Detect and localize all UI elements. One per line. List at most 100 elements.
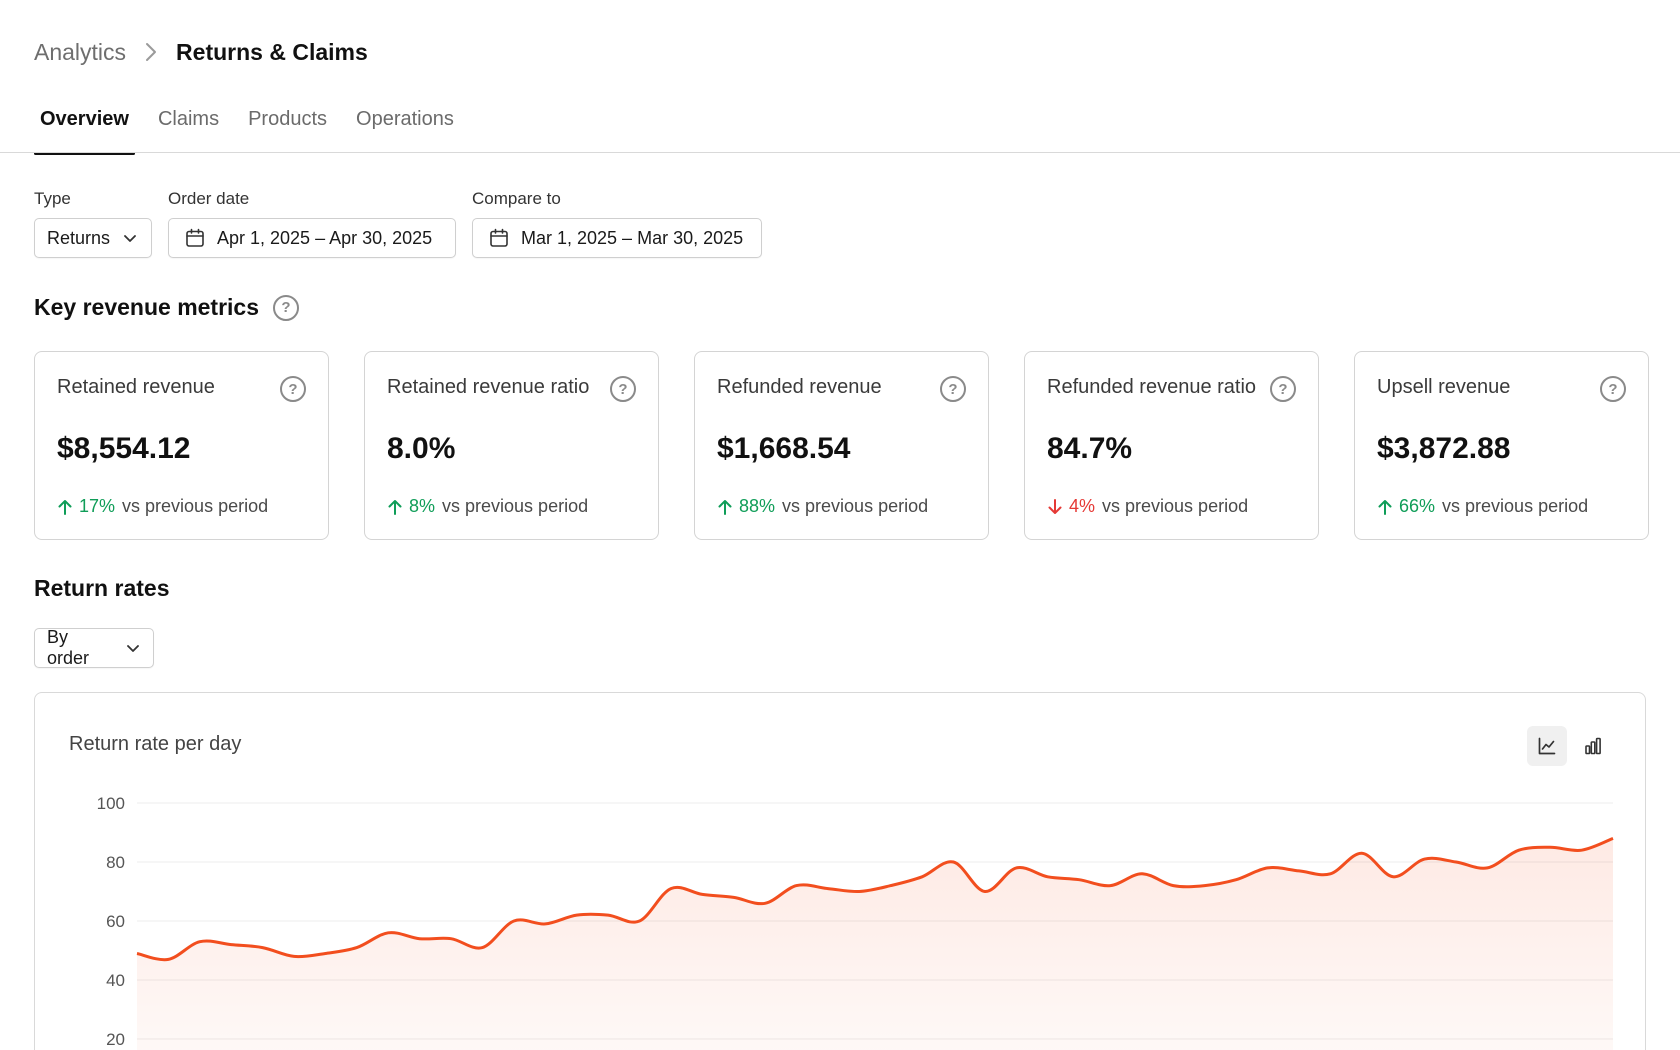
key-metrics-title: Key revenue metrics: [34, 294, 260, 320]
order-date-filter: Order date Apr 1, 2025 – Apr 30, 2025: [168, 188, 456, 258]
metric-card-delta: 66% vs previous period: [1377, 496, 1588, 517]
arrow-down-icon: [1047, 498, 1063, 516]
compare-to-label: Compare to: [472, 189, 561, 208]
help-icon[interactable]: ?: [610, 376, 636, 402]
data-point[interactable]: [225, 939, 237, 951]
tab-products[interactable]: Products: [242, 104, 333, 154]
data-point[interactable]: [1262, 862, 1274, 874]
y-tick-label: 100: [97, 794, 125, 813]
tab-claims[interactable]: Claims: [152, 104, 225, 154]
type-select[interactable]: Returns: [34, 218, 152, 258]
data-point[interactable]: [162, 953, 174, 965]
data-point[interactable]: [1481, 862, 1493, 874]
metric-card-value: $8,554.12: [57, 432, 191, 465]
arrow-up-icon: [387, 498, 403, 516]
metric-card-title: Upsell revenue: [1377, 376, 1511, 398]
metric-card-upsell-revenue: Upsell revenue ? $3,872.88 66% vs previo…: [1354, 351, 1649, 540]
chevron-right-icon: [144, 41, 158, 63]
data-point[interactable]: [853, 886, 865, 898]
data-point[interactable]: [696, 888, 708, 900]
type-filter-label: Type: [34, 189, 71, 208]
data-point[interactable]: [351, 942, 363, 954]
data-point[interactable]: [759, 897, 771, 909]
y-tick-label: 60: [106, 912, 125, 931]
data-point[interactable]: [1356, 847, 1368, 859]
data-point[interactable]: [1387, 871, 1399, 883]
metric-card-delta-suffix: vs previous period: [1442, 496, 1589, 516]
data-point[interactable]: [1136, 868, 1148, 880]
metric-cards: Retained revenue ? $8,554.12 17% vs prev…: [34, 351, 1649, 540]
help-icon[interactable]: ?: [273, 294, 300, 321]
data-point[interactable]: [1607, 832, 1619, 844]
help-icon[interactable]: ?: [1270, 376, 1296, 402]
group-by-select[interactable]: By order: [34, 627, 154, 668]
data-point[interactable]: [1010, 862, 1022, 874]
data-point[interactable]: [916, 871, 928, 883]
data-point[interactable]: [791, 880, 803, 892]
breadcrumb-parent-link[interactable]: Analytics: [34, 39, 126, 66]
data-point[interactable]: [508, 915, 520, 927]
type-filter: Type Returns: [34, 188, 152, 258]
data-point[interactable]: [1199, 880, 1211, 892]
metric-card-delta-suffix: vs previous period: [782, 496, 929, 516]
data-point[interactable]: [979, 886, 991, 898]
metric-card-delta-value: 8%: [409, 496, 436, 516]
data-point[interactable]: [288, 950, 300, 962]
data-point[interactable]: [571, 909, 583, 921]
data-point[interactable]: [665, 883, 677, 895]
help-icon[interactable]: ?: [940, 376, 966, 402]
data-point[interactable]: [885, 880, 897, 892]
data-point[interactable]: [476, 942, 488, 954]
metric-card-value: $3,872.88: [1377, 432, 1511, 465]
compare-to-picker[interactable]: Mar 1, 2025 – Mar 30, 2025: [472, 218, 762, 258]
data-point[interactable]: [382, 927, 394, 939]
data-point[interactable]: [1450, 856, 1462, 868]
metric-card-delta-value: 17%: [79, 496, 116, 516]
metric-card-delta-suffix: vs previous period: [122, 496, 269, 516]
tabs-divider: [0, 152, 1680, 153]
metric-card-delta-suffix: vs previous period: [1102, 496, 1249, 516]
calendar-icon: [185, 228, 205, 248]
data-point[interactable]: [728, 891, 740, 903]
data-point[interactable]: [194, 936, 206, 948]
data-point[interactable]: [822, 883, 834, 895]
arrow-up-icon: [57, 498, 73, 516]
order-date-picker[interactable]: Apr 1, 2025 – Apr 30, 2025: [168, 218, 456, 258]
data-point[interactable]: [948, 856, 960, 868]
data-point[interactable]: [539, 918, 551, 930]
data-point[interactable]: [1324, 868, 1336, 880]
data-point[interactable]: [634, 915, 646, 927]
data-point[interactable]: [1576, 844, 1588, 856]
data-point[interactable]: [414, 933, 426, 945]
data-point[interactable]: [1419, 853, 1431, 865]
data-point[interactable]: [319, 948, 331, 960]
return-rates-heading: Return rates: [34, 575, 169, 602]
metric-card-value: 8.0%: [387, 432, 456, 465]
data-point[interactable]: [1293, 865, 1305, 877]
data-point[interactable]: [257, 942, 269, 954]
tab-overview[interactable]: Overview: [34, 104, 135, 155]
key-metrics-heading: Key revenue metrics ?: [34, 294, 300, 321]
data-point[interactable]: [1230, 874, 1242, 886]
metric-card-title: Refunded revenue: [717, 376, 882, 398]
data-point[interactable]: [131, 948, 143, 960]
group-by-value: By order: [47, 627, 90, 668]
data-point[interactable]: [1513, 844, 1525, 856]
metric-card-delta-value: 88%: [739, 496, 776, 516]
data-point[interactable]: [1073, 874, 1085, 886]
tab-operations[interactable]: Operations: [350, 104, 460, 154]
tab-bar: Overview Claims Products Operations: [34, 104, 477, 155]
data-point[interactable]: [1105, 880, 1117, 892]
data-point[interactable]: [1042, 871, 1054, 883]
help-icon[interactable]: ?: [280, 376, 306, 402]
metric-card-title: Retained revenue: [57, 376, 215, 398]
help-icon[interactable]: ?: [1600, 376, 1626, 402]
metric-card-retained-revenue: Retained revenue ? $8,554.12 17% vs prev…: [34, 351, 329, 540]
order-date-value: Apr 1, 2025 – Apr 30, 2025: [217, 227, 433, 248]
data-point[interactable]: [602, 909, 614, 921]
y-tick-label: 20: [106, 1030, 125, 1049]
data-point[interactable]: [445, 933, 457, 945]
data-point[interactable]: [1167, 880, 1179, 892]
arrow-up-icon: [717, 498, 733, 516]
data-point[interactable]: [1544, 841, 1556, 853]
